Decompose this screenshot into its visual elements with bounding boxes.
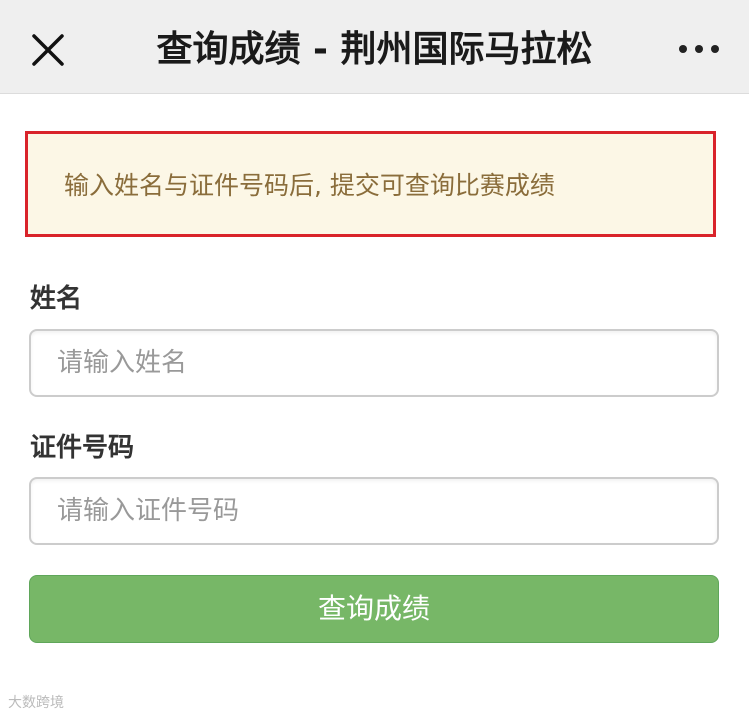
notice-text: 输入姓名与证件号码后, 提交可查询比赛成绩 xyxy=(64,171,555,200)
page-title: 查询成绩 - 荆州国际马拉松 xyxy=(156,29,593,70)
id-number-label: 证件号码 xyxy=(30,433,135,463)
name-label: 姓名 xyxy=(30,284,83,314)
name-input[interactable] xyxy=(29,329,719,397)
watermark-text: 大数跨境 xyxy=(8,695,64,711)
more-icon[interactable] xyxy=(677,42,721,56)
query-score-button[interactable]: 查询成绩 xyxy=(29,575,719,643)
notice-box: 输入姓名与证件号码后, 提交可查询比赛成绩 xyxy=(25,131,716,237)
close-icon[interactable] xyxy=(30,32,66,68)
id-number-input[interactable] xyxy=(29,477,719,545)
nav-bar: 查询成绩 - 荆州国际马拉松 xyxy=(0,0,749,94)
watermark: 大数跨境 xyxy=(8,692,64,712)
